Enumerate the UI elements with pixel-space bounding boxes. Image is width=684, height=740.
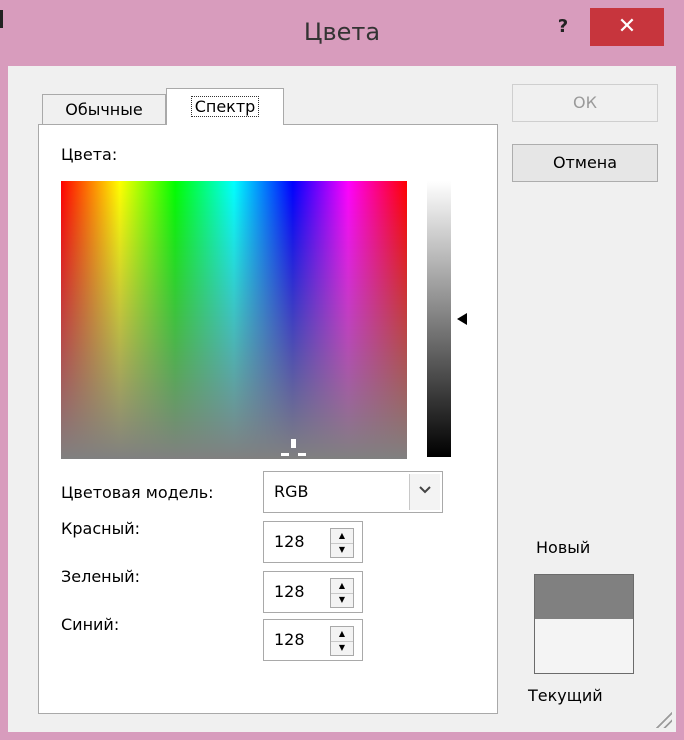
tab-standard-label: Обычные: [65, 100, 143, 119]
tab-standard[interactable]: Обычные: [42, 94, 166, 125]
green-label: Зеленый:: [61, 567, 141, 586]
arrow-up-icon[interactable]: ▲: [331, 529, 353, 544]
color-model-value: RGB: [274, 482, 309, 501]
tab-custom-label: Спектр: [190, 96, 260, 117]
color-spectrum-picker[interactable]: [61, 181, 407, 459]
colors-dialog: Цвета ? ✕ Обычные Спектр Цвета: Цветовая…: [0, 0, 684, 740]
help-button[interactable]: ?: [548, 12, 578, 42]
tab-custom[interactable]: Спектр: [166, 88, 284, 125]
new-color-label: Новый: [536, 538, 591, 557]
blue-value[interactable]: 128: [274, 620, 305, 660]
red-spin-buttons[interactable]: ▲ ▼: [330, 528, 354, 558]
arrow-up-icon[interactable]: ▲: [331, 627, 353, 642]
current-color-swatch: [535, 619, 633, 673]
blue-spin-buttons[interactable]: ▲ ▼: [330, 626, 354, 656]
colors-label: Цвета:: [61, 145, 118, 164]
color-model-select[interactable]: RGB: [263, 471, 443, 513]
blue-stepper[interactable]: 128 ▲ ▼: [263, 619, 363, 661]
green-value[interactable]: 128: [274, 572, 305, 612]
luminance-slider[interactable]: [427, 181, 451, 457]
color-preview-swatch: [534, 574, 634, 674]
red-label: Красный:: [61, 519, 140, 538]
red-stepper[interactable]: 128 ▲ ▼: [263, 521, 363, 563]
dialog-client-area: Обычные Спектр Цвета: Цветовая модель: R…: [8, 66, 676, 732]
spectrum-panel: Цвета: Цветовая модель: RGB Красный: 128…: [38, 124, 498, 714]
arrow-down-icon[interactable]: ▼: [331, 543, 353, 557]
dialog-title: Цвета: [303, 18, 381, 46]
resize-grip-icon[interactable]: [654, 710, 672, 728]
close-button[interactable]: ✕: [590, 8, 664, 46]
arrow-up-icon[interactable]: ▲: [331, 579, 353, 594]
green-stepper[interactable]: 128 ▲ ▼: [263, 571, 363, 613]
cancel-button[interactable]: Отмена: [512, 144, 658, 182]
color-model-label: Цветовая модель:: [61, 483, 214, 502]
blue-label: Синий:: [61, 615, 120, 634]
current-color-label: Текущий: [528, 686, 603, 705]
crosshair-icon[interactable]: [281, 439, 307, 459]
red-value[interactable]: 128: [274, 522, 305, 562]
new-color-swatch: [535, 575, 633, 619]
chevron-down-icon[interactable]: [409, 474, 440, 510]
arrow-down-icon[interactable]: ▼: [331, 593, 353, 607]
triangle-left-icon[interactable]: [457, 313, 467, 325]
arrow-down-icon[interactable]: ▼: [331, 641, 353, 655]
ok-button[interactable]: ОК: [512, 84, 658, 122]
green-spin-buttons[interactable]: ▲ ▼: [330, 578, 354, 608]
